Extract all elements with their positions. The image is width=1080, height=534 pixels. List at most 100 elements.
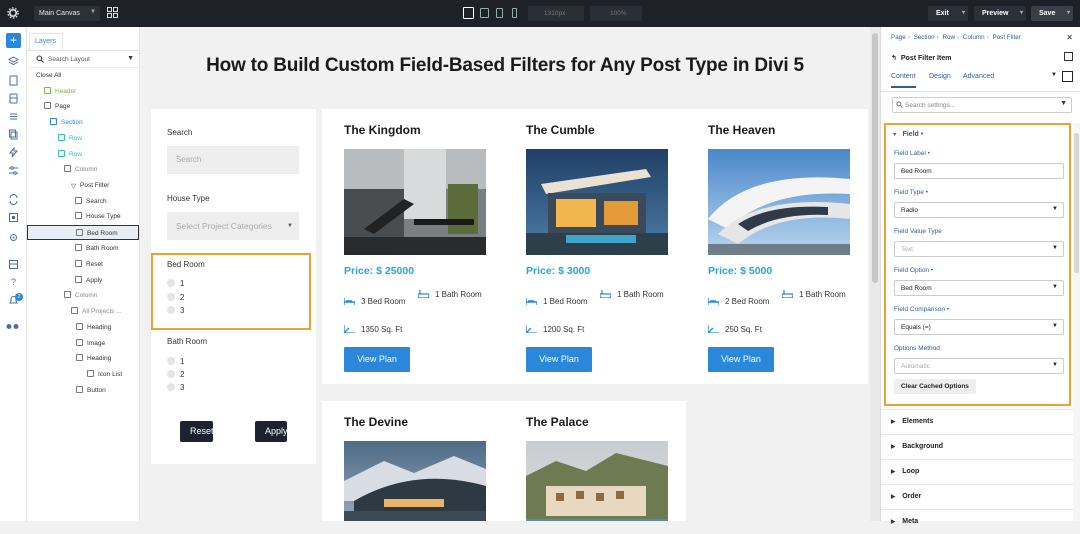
view-plan-button[interactable]: View Plan	[708, 347, 774, 372]
scrollbar-thumb[interactable]	[1074, 133, 1079, 273]
toggle-icon[interactable]	[6, 321, 20, 332]
layer-item-header[interactable]: Header	[44, 84, 76, 99]
close-all-button[interactable]: Close All	[36, 68, 61, 83]
tab-content[interactable]: Content	[891, 73, 916, 88]
field-type-select[interactable]: Radio ▼	[894, 202, 1064, 218]
bath-room-option[interactable]: 1	[167, 357, 184, 367]
layers-panel: Layers Search Layout ▼ Close All Header …	[27, 27, 140, 521]
layer-item-all-projects[interactable]: All Projects ...	[71, 304, 122, 319]
bath-room-option[interactable]: 2	[167, 370, 184, 380]
settings-scrollbar[interactable]	[1073, 123, 1080, 521]
expand-icon[interactable]	[1064, 52, 1073, 61]
loop-icon[interactable]	[8, 194, 19, 205]
sliders-icon[interactable]	[8, 165, 19, 176]
layer-item-section[interactable]: Section	[50, 115, 83, 130]
settings-group-order[interactable]: ▶ Order	[881, 484, 1073, 509]
layer-item-bath-room[interactable]: Bath Room	[75, 241, 119, 256]
filter-icon[interactable]: ▼	[1060, 100, 1067, 107]
grid-icon[interactable]	[107, 7, 118, 18]
layer-item-reset[interactable]: Reset	[75, 257, 103, 272]
field-comparison-select[interactable]: Equals (=) ▼	[894, 319, 1064, 335]
canvas-width-field[interactable]: 1310px	[528, 6, 584, 21]
add-icon[interactable]: +	[6, 33, 21, 48]
layer-item-house-type[interactable]: House Type	[75, 209, 121, 224]
tab-layers[interactable]: Layers	[29, 33, 63, 50]
layer-item-column[interactable]: Column	[64, 288, 97, 303]
settings-cog-icon[interactable]	[8, 232, 19, 243]
desktop-view-icon[interactable]	[463, 7, 474, 19]
close-icon[interactable]: ✕	[1066, 33, 1073, 42]
canvas-selector[interactable]: Main Canvas ▼	[34, 6, 100, 21]
tab-design[interactable]: Design	[929, 73, 951, 80]
settings-group-background[interactable]: ▶ Background	[881, 434, 1073, 459]
layer-item-label: Section	[61, 119, 83, 126]
module-icon[interactable]	[8, 212, 19, 223]
layer-item-row[interactable]: Row	[58, 147, 82, 162]
layer-item-image[interactable]: Image	[76, 336, 105, 351]
layer-item-icon-list[interactable]: Icon List	[87, 367, 122, 382]
settings-search-input[interactable]: Search settings... ▼	[892, 97, 1072, 113]
layer-item-apply[interactable]: Apply	[75, 273, 102, 288]
layer-item-column[interactable]: Column	[64, 162, 97, 177]
reset-button[interactable]: Reset	[180, 421, 214, 442]
help-icon[interactable]: ?	[8, 277, 19, 288]
field-group-heading[interactable]: ▼ Field •	[892, 131, 923, 138]
filter-icon[interactable]: ▼	[127, 55, 134, 62]
chevron-down-icon[interactable]: ▼	[1051, 72, 1057, 78]
lightning-icon[interactable]	[8, 147, 19, 158]
save-button[interactable]: Save ▾	[1031, 6, 1073, 21]
settings-group-elements[interactable]: ▶ Elements	[881, 409, 1073, 434]
field-option-select[interactable]: Bed Room ▼	[894, 280, 1064, 296]
breadcrumb-item[interactable]: Section	[914, 34, 935, 41]
house-image	[526, 149, 668, 255]
field-label-input[interactable]: Bed Room	[894, 163, 1064, 179]
field-value-type-select[interactable]: Text ▼	[894, 241, 1064, 257]
canvas-scrollbar[interactable]	[870, 27, 880, 521]
layer-item-search[interactable]: Search	[75, 194, 107, 209]
group-label: Elements	[902, 418, 934, 425]
settings-group-meta[interactable]: ▶ Meta	[881, 509, 1073, 534]
layers-icon[interactable]	[8, 56, 19, 67]
layer-item-bed-room[interactable]: Bed Room	[27, 225, 139, 240]
phone-view-icon[interactable]	[512, 8, 517, 18]
view-plan-button[interactable]: View Plan	[344, 347, 410, 372]
page-icon[interactable]	[8, 75, 19, 86]
layers-search-input[interactable]: Search Layout ▼	[31, 54, 136, 66]
exit-button[interactable]: Exit ▾	[928, 6, 968, 21]
list-icon[interactable]	[8, 111, 19, 122]
layer-item-heading[interactable]: Heading	[76, 320, 111, 335]
breadcrumb-item[interactable]: Column	[963, 34, 985, 41]
database-icon[interactable]	[8, 93, 19, 104]
scrollbar-thumb[interactable]	[872, 33, 878, 283]
layer-item-row[interactable]: Row	[58, 131, 82, 146]
field-comparison-label: Field Comparison •	[894, 306, 950, 313]
view-toggle-icon[interactable]	[1062, 71, 1073, 82]
laptop-view-icon[interactable]	[480, 8, 489, 18]
breadcrumb-item[interactable]: Post Filter	[992, 34, 1020, 41]
card-area: 1350 Sq. Ft	[344, 323, 434, 337]
view-plan-button[interactable]: View Plan	[526, 347, 592, 372]
settings-group-loop[interactable]: ▶ Loop	[881, 459, 1073, 484]
house-type-select[interactable]: Select Project Categories ▼	[167, 212, 299, 240]
search-filter-input[interactable]: Search	[167, 146, 299, 174]
layer-item-post-filter[interactable]: ▽ Post Filter	[71, 178, 109, 193]
clear-cached-options-button[interactable]: Clear Cached Options	[894, 379, 976, 394]
preview-button[interactable]: Preview ▾	[974, 6, 1026, 21]
breadcrumb-item[interactable]: Row	[942, 34, 955, 41]
zoom-field[interactable]: 100%	[590, 6, 642, 21]
gear-icon[interactable]	[7, 7, 19, 19]
history-icon[interactable]	[8, 259, 19, 270]
bath-room-option[interactable]: 3	[167, 383, 184, 393]
layer-item-page[interactable]: Page	[44, 99, 70, 114]
options-method-select[interactable]: Automatic ▼	[894, 358, 1064, 374]
left-icon-rail: + ? 2	[0, 27, 27, 521]
copy-icon[interactable]	[8, 129, 19, 140]
bed-icon	[708, 298, 719, 305]
apply-button[interactable]: Apply	[255, 421, 288, 442]
back-arrow-icon[interactable]: ↰	[891, 55, 897, 62]
tablet-view-icon[interactable]	[496, 8, 503, 18]
breadcrumb-item[interactable]: Page	[891, 34, 906, 41]
tab-advanced[interactable]: Advanced	[963, 73, 994, 80]
layer-item-button[interactable]: Button	[76, 383, 106, 398]
layer-item-heading[interactable]: Heading	[76, 351, 111, 366]
